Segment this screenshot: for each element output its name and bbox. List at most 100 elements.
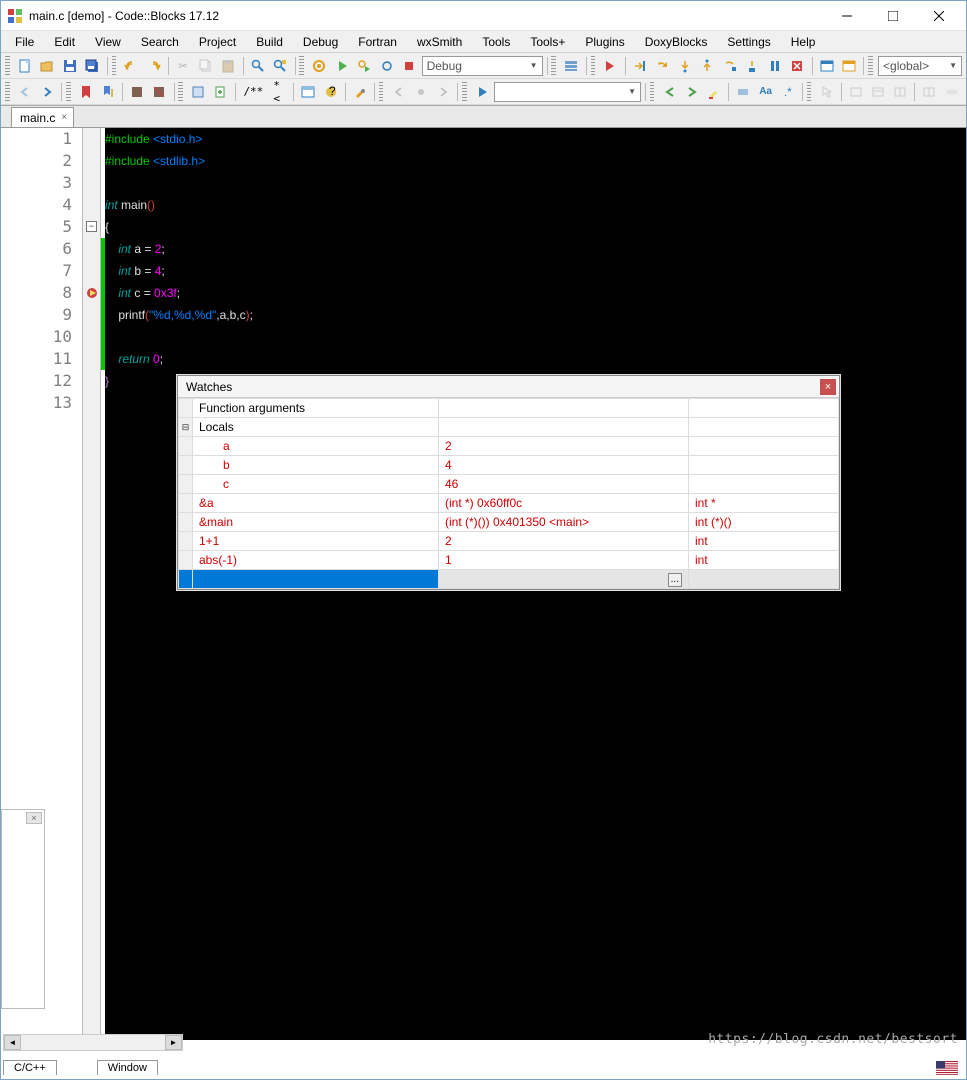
step-into-instr-icon[interactable] [742,55,763,77]
toolbar-grip[interactable] [807,82,812,102]
highlight-icon[interactable] [704,81,724,103]
expand-icon[interactable]: ⊟ [179,418,193,437]
nav-back-icon[interactable] [15,81,35,103]
abort-icon[interactable] [399,55,420,77]
watch-input[interactable] [193,570,439,589]
menu-toolsplus[interactable]: Tools+ [520,33,575,51]
locale-flag-icon[interactable] [936,1061,958,1075]
cut-icon[interactable]: ✂ [173,55,194,77]
debug-continue-icon[interactable] [600,55,621,77]
close-tab-icon[interactable]: × [61,112,67,123]
toolbar-grip[interactable] [868,56,873,76]
maximize-button[interactable] [870,2,916,30]
watch-header[interactable]: Function arguments [193,399,439,418]
panel-icon[interactable] [868,81,888,103]
menu-wxsmith[interactable]: wxSmith [407,33,472,51]
next-instr-icon[interactable] [720,55,741,77]
file-tab-main-c[interactable]: main.c × [11,107,74,127]
clear-changebar-icon[interactable] [149,81,169,103]
watch-name[interactable]: &a [193,494,439,513]
doxy-config-icon[interactable] [350,81,370,103]
bottom-tab-lang[interactable]: C/C++ [3,1060,57,1075]
doxy-html-icon[interactable] [298,81,318,103]
prev-bookmark-icon[interactable] [98,81,118,103]
menu-edit[interactable]: Edit [44,33,85,51]
toolbar-grip[interactable] [66,82,71,102]
rebuild-icon[interactable] [377,55,398,77]
menu-debug[interactable]: Debug [293,33,348,51]
prev-symbol-icon[interactable] [388,81,408,103]
menu-fortran[interactable]: Fortran [348,33,407,51]
toolbar-grip[interactable] [591,56,596,76]
scroll-right-icon[interactable]: ► [165,1035,182,1050]
menu-search[interactable]: Search [131,33,189,51]
toolbar-grip[interactable] [650,82,655,102]
watch-name[interactable]: 1+1 [193,532,439,551]
floating-panel[interactable]: × [1,809,45,1009]
watch-name[interactable]: &main [193,513,439,532]
expand-icon[interactable] [179,399,193,418]
menu-settings[interactable]: Settings [717,33,780,51]
nav-forward-icon[interactable] [37,81,57,103]
watch-name[interactable]: b [193,456,439,475]
toolbar-grip[interactable] [5,56,10,76]
find-next-icon[interactable] [682,81,702,103]
break-icon[interactable] [765,55,786,77]
toolbar-grip[interactable] [462,82,467,102]
step-into-icon[interactable] [675,55,696,77]
toolbar-grip[interactable] [379,82,384,102]
redo-icon[interactable] [144,55,165,77]
sizer-icon[interactable] [890,81,910,103]
scope-combo[interactable]: <global>▼ [878,56,962,76]
save-all-icon[interactable] [82,55,103,77]
doxy-comment-block-icon[interactable]: /** [239,81,267,103]
fold-toggle-icon[interactable]: − [86,221,97,232]
undo-icon[interactable] [121,55,142,77]
find-prev-icon[interactable] [659,81,679,103]
doxy-wizard-icon[interactable] [188,81,208,103]
open-file-icon[interactable] [37,55,58,77]
search-combo[interactable]: ▼ [494,82,641,102]
doxy-chm-icon[interactable]: ? [321,81,341,103]
menu-help[interactable]: Help [781,33,826,51]
search-target-icon[interactable] [472,81,492,103]
save-icon[interactable] [60,55,81,77]
build-icon[interactable] [309,55,330,77]
watch-value[interactable]: 4 [439,456,689,475]
toolbar-grip[interactable] [551,56,556,76]
step-out-icon[interactable] [697,55,718,77]
watch-value[interactable]: 2 [439,532,689,551]
toggle-bookmark-icon[interactable] [76,81,96,103]
various-info-icon[interactable] [839,55,860,77]
watch-name[interactable]: abs(-1) [193,551,439,570]
doxy-extract-icon[interactable] [210,81,230,103]
menu-plugins[interactable]: Plugins [575,33,634,51]
marker-margin[interactable]: − [83,128,101,1040]
run-to-cursor-icon[interactable] [630,55,651,77]
menu-doxyblocks[interactable]: DoxyBlocks [635,33,718,51]
menu-file[interactable]: File [5,33,44,51]
debug-windows-icon[interactable] [816,55,837,77]
minimize-button[interactable] [824,2,870,30]
spacer-icon[interactable] [942,81,962,103]
menu-tools[interactable]: Tools [472,33,520,51]
horizontal-scrollbar[interactable]: ◄ ► [3,1034,183,1051]
last-symbol-icon[interactable] [411,81,431,103]
replace-icon[interactable] [270,55,291,77]
find-icon[interactable] [248,55,269,77]
menu-view[interactable]: View [85,33,131,51]
watch-value[interactable]: 46 [439,475,689,494]
close-button[interactable] [916,2,962,30]
paste-icon[interactable] [218,55,239,77]
toolbar-grip[interactable] [5,82,10,102]
copy-icon[interactable] [196,55,217,77]
watch-value[interactable]: (int *) 0x60ff0c [439,494,689,513]
watch-name[interactable]: c [193,475,439,494]
watch-value[interactable]: 2 [439,437,689,456]
watch-header[interactable]: Locals [193,418,439,437]
bottom-tab-windows[interactable]: Window [97,1060,158,1075]
watch-name[interactable]: a [193,437,439,456]
watches-close-icon[interactable]: × [820,379,836,395]
toolbar-grip[interactable] [112,56,117,76]
doxy-comment-line-icon[interactable]: *< [269,81,289,103]
